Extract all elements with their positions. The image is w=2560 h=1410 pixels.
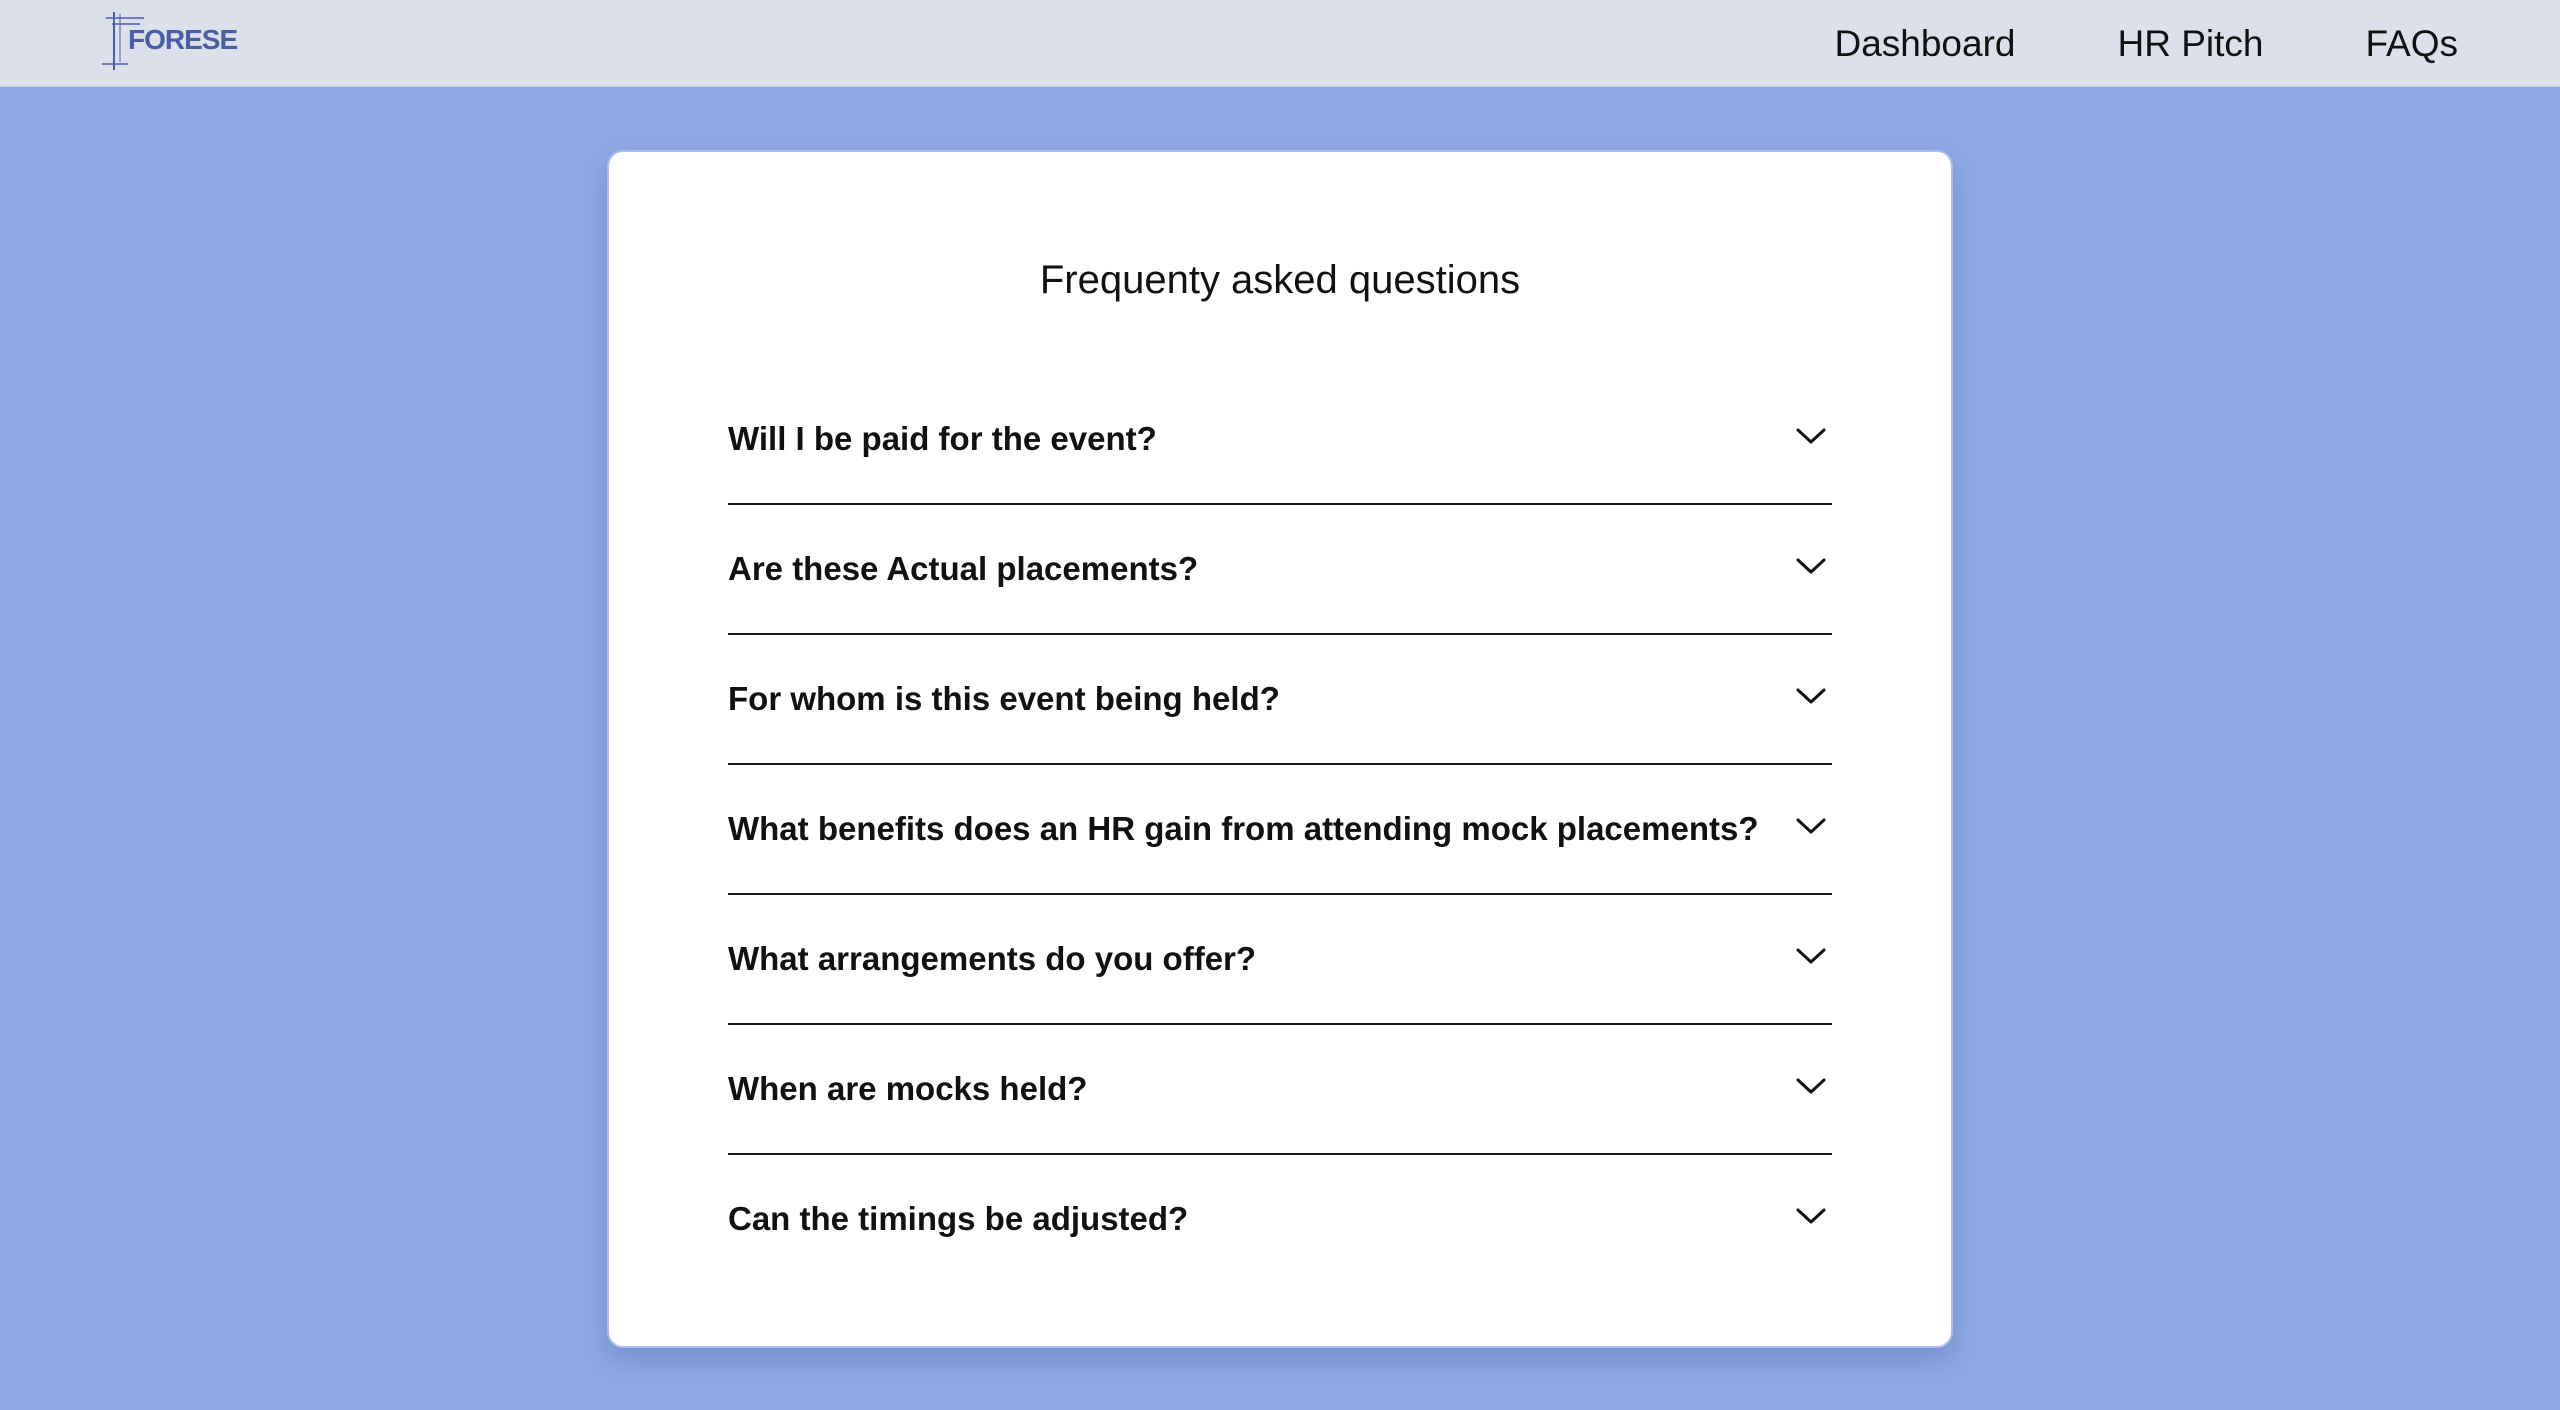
nav-link-faqs[interactable]: FAQs [2365, 23, 2458, 65]
chevron-down-icon[interactable] [1796, 1075, 1826, 1097]
faq-question: What benefits does an HR gain from atten… [728, 810, 1759, 847]
nav-link-dashboard[interactable]: Dashboard [1834, 23, 2015, 65]
faq-item[interactable]: When are mocks held? [728, 1025, 1832, 1155]
chevron-down-icon[interactable] [1796, 945, 1826, 967]
nav-links: Dashboard HR Pitch FAQs [1732, 0, 2458, 87]
faq-item[interactable]: Are these Actual placements? [728, 505, 1832, 635]
nav-link-hr-pitch[interactable]: HR Pitch [2117, 23, 2263, 65]
faq-title: Frequenty asked questions [1039, 258, 1521, 302]
faq-item[interactable]: Can the timings be adjusted? [728, 1155, 1832, 1285]
chevron-down-icon[interactable] [1796, 1205, 1826, 1227]
chevron-down-icon[interactable] [1796, 815, 1826, 837]
faq-item[interactable]: What benefits does an HR gain from atten… [728, 765, 1832, 895]
faq-item[interactable]: For whom is this event being held? [728, 635, 1832, 765]
faq-question: For whom is this event being held? [728, 680, 1280, 717]
top-navbar: FORESE Dashboard HR Pitch FAQs [0, 0, 2560, 87]
chevron-down-icon[interactable] [1796, 555, 1826, 577]
faq-question: What arrangements do you offer? [728, 940, 1257, 977]
faq-question: Are these Actual placements? [728, 550, 1199, 587]
faq-question: Will I be paid for the event? [728, 420, 1157, 457]
chevron-down-icon[interactable] [1796, 685, 1826, 707]
faq-question: When are mocks held? [728, 1070, 1088, 1107]
faq-item[interactable]: Will I be paid for the event? [728, 375, 1832, 505]
faq-item[interactable]: What arrangements do you offer? [728, 895, 1832, 1025]
chevron-down-icon[interactable] [1796, 425, 1826, 447]
logo-text: FORESE [128, 24, 238, 55]
forese-logo[interactable]: FORESE [100, 10, 238, 72]
faq-question: Can the timings be adjusted? [728, 1200, 1189, 1237]
